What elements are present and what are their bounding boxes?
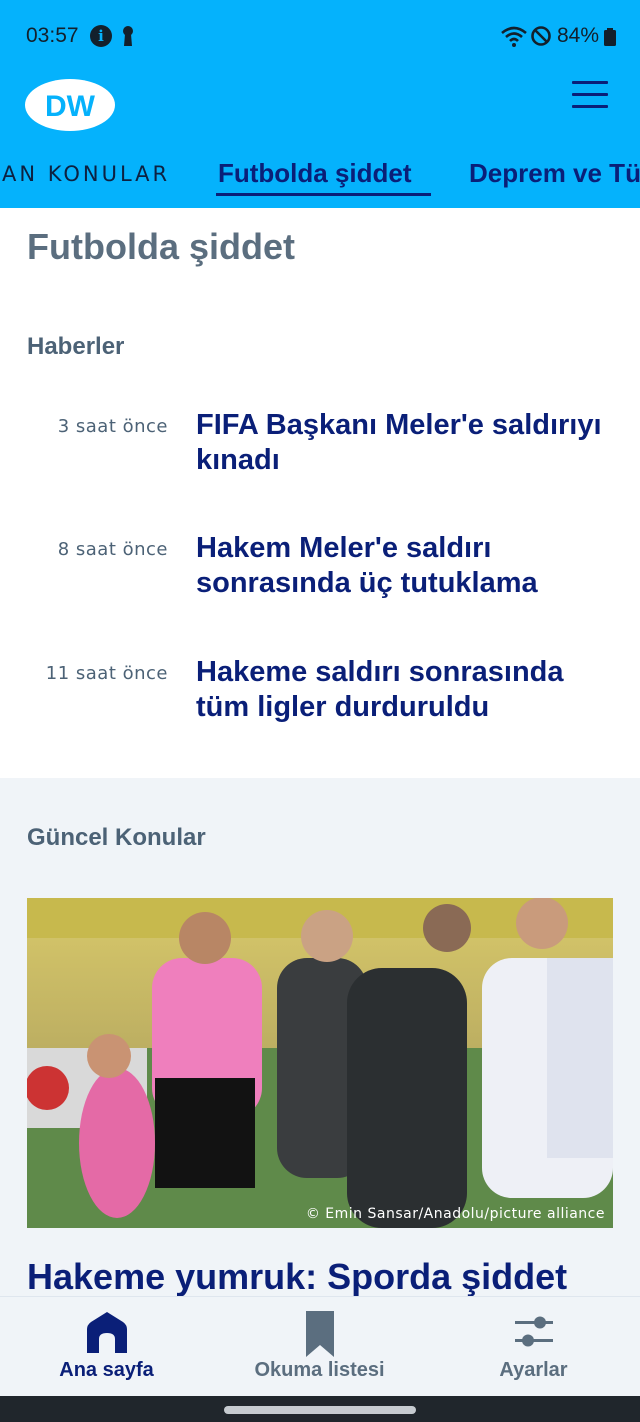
sliders-icon <box>514 1316 553 1347</box>
news-item[interactable]: 8 saat önce Hakem Meler'e saldırı sonras… <box>0 531 640 621</box>
nav-home[interactable]: Ana sayfa <box>0 1297 213 1397</box>
bookmark-icon <box>305 1311 334 1357</box>
current-topics-heading: Güncel Konular <box>27 824 206 851</box>
article-headline[interactable]: Hakeme yumruk: Sporda şiddet <box>27 1256 567 1298</box>
news-time: 3 saat önce <box>57 416 168 437</box>
status-time: 03:57 <box>26 24 79 47</box>
news-section-heading: Haberler <box>27 333 125 360</box>
nav-reading-list[interactable]: Okuma listesi <box>213 1297 426 1397</box>
home-gesture-handle[interactable] <box>224 1406 416 1414</box>
tab-previous-topic[interactable]: AN KONULAR <box>2 162 170 186</box>
photo-credit: © Emin Sansar/Anadolu/picture alliance <box>305 1206 605 1222</box>
do-not-disturb-icon <box>531 26 551 46</box>
app-header: 03:57 i 84% DW AN KONULAR Futbolda şidde… <box>0 0 640 208</box>
news-item[interactable]: 11 saat önce Hakeme saldırı sonrasında t… <box>0 655 640 745</box>
news-item[interactable]: 3 saat önce FIFA Başkanı Meler'e saldırı… <box>0 408 640 498</box>
home-icon <box>86 1312 127 1353</box>
status-bar: 03:57 i 84% <box>0 0 640 72</box>
menu-button[interactable] <box>570 79 610 111</box>
tab-futbolda-siddet[interactable]: Futbolda şiddet <box>218 158 412 189</box>
page-title: Futbolda şiddet <box>27 226 295 267</box>
topic-tabs: AN KONULAR Futbolda şiddet Deprem ve Tü <box>0 150 640 208</box>
nav-label: Ayarlar <box>499 1359 568 1381</box>
news-time: 8 saat önce <box>57 539 168 560</box>
nav-label: Okuma listesi <box>254 1359 385 1381</box>
news-time: 11 saat önce <box>45 663 168 684</box>
wifi-icon <box>501 26 527 47</box>
battery-icon <box>604 28 616 46</box>
keyhole-icon <box>123 26 133 46</box>
hero-photo <box>27 898 613 1228</box>
hamburger-icon <box>572 81 608 84</box>
dw-logo[interactable]: DW <box>24 78 116 132</box>
logo-text: DW <box>45 90 96 123</box>
tab-deprem[interactable]: Deprem ve Tü <box>469 158 640 189</box>
active-tab-indicator <box>216 193 431 196</box>
bottom-navigation: Ana sayfa Okuma listesi Ayarlar <box>0 1296 640 1396</box>
news-title[interactable]: FIFA Başkanı Meler'e saldırıyı kınadı <box>196 408 616 478</box>
nav-label: Ana sayfa <box>59 1359 154 1381</box>
battery-percent: 84% <box>557 24 600 47</box>
hero-image[interactable]: © Emin Sansar/Anadolu/picture alliance <box>27 898 613 1228</box>
nav-settings[interactable]: Ayarlar <box>427 1297 640 1397</box>
info-icon: i <box>90 25 112 47</box>
news-title[interactable]: Hakeme saldırı sonrasında tüm ligler dur… <box>196 655 616 725</box>
news-title[interactable]: Hakem Meler'e saldırı sonrasında üç tutu… <box>196 531 616 601</box>
